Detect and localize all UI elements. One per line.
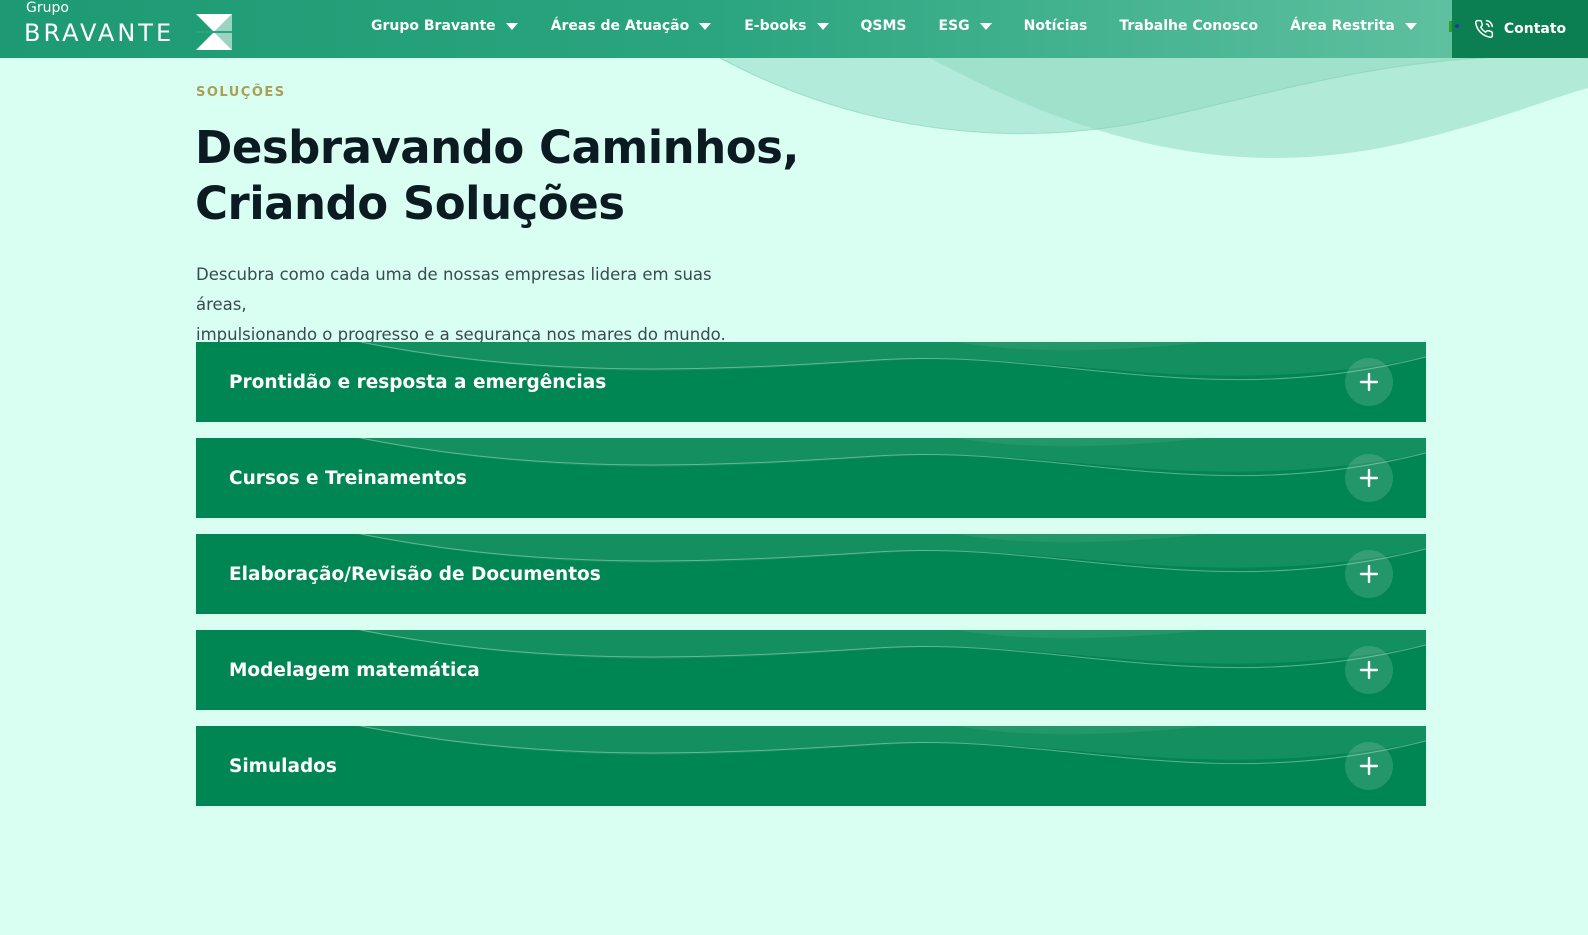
- accordion-item-cursos[interactable]: Cursos e Treinamentos: [196, 438, 1426, 518]
- nav-grupo-bravante[interactable]: Grupo Bravante: [371, 0, 518, 52]
- caret-down-icon: [979, 22, 992, 30]
- nav-esg[interactable]: ESG: [939, 0, 992, 52]
- accordion-label: Elaboração/Revisão de Documentos: [229, 563, 601, 585]
- accordion-label: Cursos e Treinamentos: [229, 467, 467, 489]
- accordion-label: Modelagem matemática: [229, 659, 480, 681]
- accordion-item-prontidao[interactable]: Prontidão e resposta a emergências: [196, 342, 1426, 422]
- plus-icon[interactable]: [1345, 742, 1393, 790]
- accordion-label: Simulados: [229, 755, 337, 777]
- nav-label: Trabalhe Conosco: [1119, 18, 1259, 34]
- title-line-2: Criando Soluções: [195, 177, 625, 230]
- logo-bravante-text: BRAVANTE: [24, 19, 175, 47]
- plus-icon[interactable]: [1345, 358, 1393, 406]
- nav-areas-de-atuacao[interactable]: Áreas de Atuação: [551, 0, 712, 52]
- accordion-item-elaboracao[interactable]: Elaboração/Revisão de Documentos: [196, 534, 1426, 614]
- plus-icon[interactable]: [1345, 454, 1393, 502]
- main-nav: Grupo Bravante Áreas de Atuação E-books …: [371, 0, 1519, 52]
- title-line-1: Desbravando Caminhos,: [195, 121, 800, 174]
- nav-noticias[interactable]: Notícias: [1024, 0, 1088, 52]
- nav-ebooks[interactable]: E-books: [744, 0, 829, 52]
- logo-grupo-text: Grupo: [26, 0, 69, 16]
- page-subtitle: Descubra como cada uma de nossas empresa…: [196, 260, 756, 350]
- contact-button[interactable]: Contato: [1452, 0, 1588, 58]
- bravante-logo[interactable]: Grupo BRAVANTE: [24, 0, 239, 58]
- nav-label: Áreas de Atuação: [550, 18, 690, 34]
- subtitle-line-1: Descubra como cada uma de nossas empresa…: [196, 265, 712, 314]
- nav-trabalhe-conosco[interactable]: Trabalhe Conosco: [1119, 0, 1258, 52]
- accordion-item-modelagem[interactable]: Modelagem matemática: [196, 630, 1426, 710]
- nav-label: Grupo Bravante: [371, 18, 496, 34]
- caret-down-icon: [1404, 22, 1417, 30]
- nav-label: ESG: [938, 18, 970, 34]
- accordion-wave-decoration: [356, 726, 1426, 765]
- nav-area-restrita[interactable]: Área Restrita: [1290, 0, 1417, 52]
- nav-label: E-books: [744, 18, 807, 34]
- site-header: Grupo BRAVANTE Grupo Bravante Áreas de A…: [0, 0, 1588, 58]
- nav-label: Área Restrita: [1290, 18, 1395, 34]
- nav-label: QSMS: [860, 18, 907, 34]
- nav-label: Notícias: [1023, 18, 1088, 34]
- accordion-item-simulados[interactable]: Simulados: [196, 726, 1426, 806]
- section-eyebrow: SOLUÇÕES: [196, 85, 286, 100]
- solutions-accordion: Prontidão e resposta a emergências Curso…: [196, 342, 1426, 822]
- caret-down-icon: [699, 22, 712, 30]
- nav-qsms[interactable]: QSMS: [861, 0, 907, 52]
- page-title: Desbravando Caminhos, Criando Soluções: [195, 120, 895, 232]
- plus-icon[interactable]: [1345, 646, 1393, 694]
- contact-label: Contato: [1503, 21, 1567, 37]
- logo-mark-icon: [196, 14, 232, 50]
- plus-icon[interactable]: [1345, 550, 1393, 598]
- accordion-label: Prontidão e resposta a emergências: [229, 371, 607, 393]
- phone-icon: [1474, 19, 1493, 38]
- caret-down-icon: [505, 22, 518, 30]
- caret-down-icon: [816, 22, 829, 30]
